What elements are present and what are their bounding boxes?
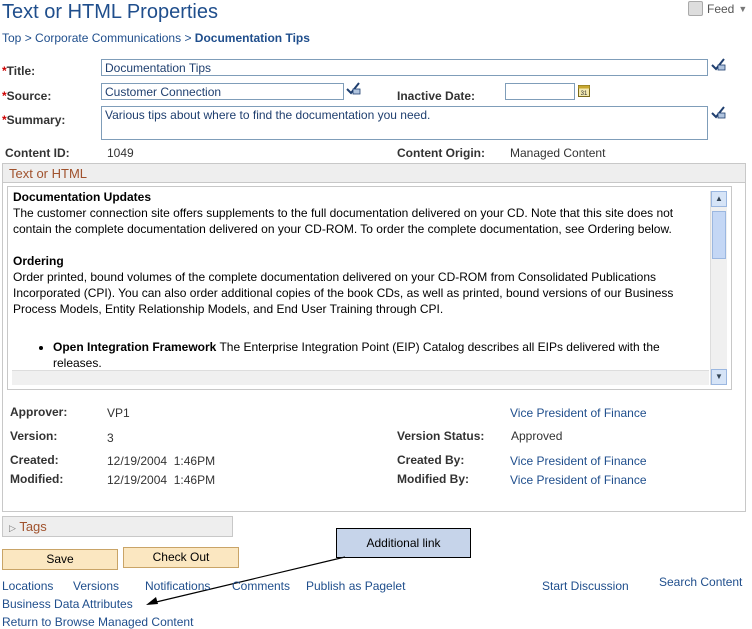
rss-feed-icon [688, 1, 703, 16]
spell-check-icon[interactable] [710, 56, 726, 72]
section-header-text-or-html: Text or HTML [2, 163, 746, 183]
page-title: Text or HTML Properties [2, 1, 218, 23]
modified-label: Modified: [10, 472, 64, 486]
summary-field[interactable]: Various tips about where to find the doc… [101, 106, 708, 140]
search-content-link[interactable]: Search Content [659, 575, 742, 589]
content-origin-value: Managed Content [510, 146, 606, 160]
editor-bullet-item: Open Integration Framework The Enterpris… [53, 339, 705, 371]
inactive-date-label: Inactive Date: [397, 89, 476, 103]
created-by-link[interactable]: Vice President of Finance [510, 454, 647, 468]
calendar-icon[interactable]: 31 [578, 84, 590, 97]
breadcrumb-top[interactable]: Top [2, 31, 21, 45]
breadcrumb-current: Documentation Tips [194, 31, 310, 45]
source-field[interactable]: Customer Connection [101, 83, 344, 100]
tags-section-toggle[interactable]: ▷ Tags [2, 516, 233, 537]
content-id-value: 1049 [107, 146, 134, 160]
svg-text:31: 31 [581, 91, 588, 97]
breadcrumb-separator: > [21, 31, 36, 45]
scroll-up-icon[interactable]: ▲ [711, 191, 727, 207]
expand-triangle-icon: ▷ [9, 523, 16, 533]
save-button[interactable]: Save [2, 549, 118, 570]
editor-heading-ordering: Ordering [13, 254, 64, 268]
editor-heading-documentation-updates: Documentation Updates [13, 190, 152, 204]
title-field[interactable]: Documentation Tips [101, 59, 708, 76]
horizontal-scrollbar[interactable] [12, 370, 709, 385]
feed-label: Feed [707, 1, 735, 16]
created-by-label: Created By: [397, 453, 465, 467]
approver-value: VP1 [107, 406, 130, 420]
editor-paragraph: Order printed, bound volumes of the comp… [13, 270, 674, 316]
approver-label: Approver: [10, 405, 68, 419]
spell-check-icon[interactable] [345, 80, 361, 96]
modified-by-link[interactable]: Vice President of Finance [510, 473, 647, 487]
source-label: *Source: [2, 89, 52, 103]
comments-link[interactable]: Comments [232, 579, 290, 593]
business-data-attributes-link[interactable]: Business Data Attributes [2, 597, 133, 611]
bullet-bold-text: Open Integration Framework [53, 340, 217, 354]
breadcrumb-corporate-communications[interactable]: Corporate Communications [35, 31, 181, 45]
feed-dropdown[interactable]: Feed ▼ [688, 1, 747, 16]
publish-pagelet-link[interactable]: Publish as Pagelet [306, 579, 405, 593]
modified-by-label: Modified By: [397, 472, 469, 486]
created-label: Created: [10, 453, 59, 467]
chevron-down-icon: ▼ [738, 3, 748, 14]
return-browse-link[interactable]: Return to Browse Managed Content [2, 615, 193, 629]
modified-value: 12/19/2004 1:46PM [107, 473, 216, 487]
breadcrumb-separator: > [181, 31, 195, 45]
scroll-down-icon[interactable]: ▼ [711, 369, 727, 385]
content-origin-label: Content Origin: [397, 146, 485, 160]
spell-check-icon[interactable] [710, 104, 726, 120]
html-editor[interactable]: Documentation Updates The customer conne… [7, 186, 732, 390]
summary-label: *Summary: [2, 113, 66, 127]
start-discussion-link[interactable]: Start Discussion [542, 579, 629, 593]
breadcrumb: Top > Corporate Communications > Documen… [2, 31, 310, 45]
version-value: 3 [107, 431, 114, 445]
version-label: Version: [10, 429, 58, 443]
inactive-date-field[interactable] [505, 83, 575, 100]
version-status-value: Approved [511, 429, 563, 443]
title-label: *Title: [2, 64, 36, 78]
editor-paragraph: The customer connection site offers supp… [13, 206, 674, 236]
approver-link[interactable]: Vice President of Finance [510, 406, 647, 420]
tags-label: Tags [19, 519, 47, 534]
version-status-label: Version Status: [397, 429, 485, 443]
notifications-link[interactable]: Notifications [145, 579, 210, 593]
scroll-thumb[interactable] [712, 211, 726, 259]
versions-link[interactable]: Versions [73, 579, 119, 593]
callout-additional-link: Additional link [336, 528, 471, 558]
content-id-label: Content ID: [5, 146, 70, 160]
vertical-scrollbar[interactable]: ▲ ▼ [710, 191, 727, 385]
created-value: 12/19/2004 1:46PM [107, 454, 216, 468]
locations-link[interactable]: Locations [2, 579, 53, 593]
